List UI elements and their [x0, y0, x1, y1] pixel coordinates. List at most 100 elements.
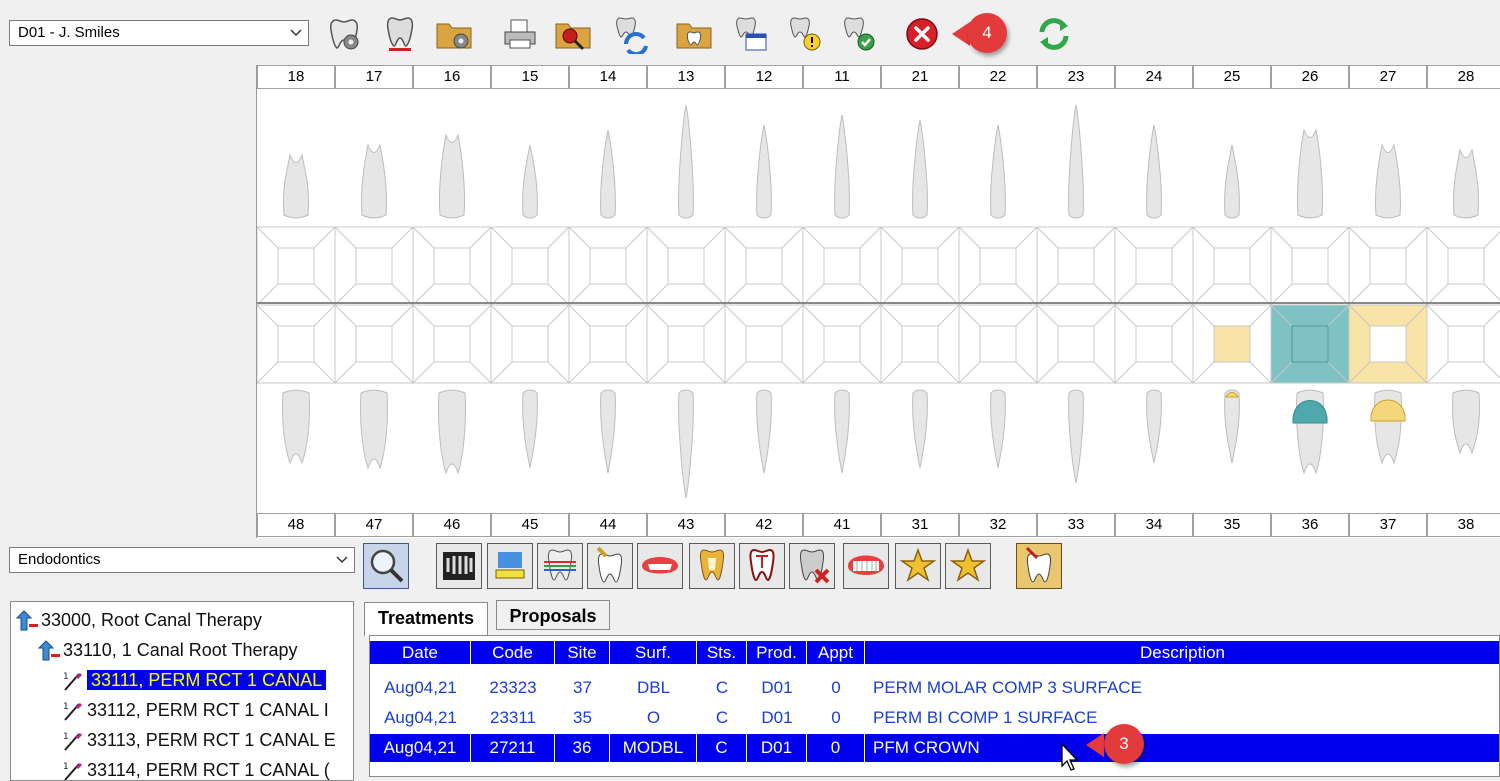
tooth[interactable] — [522, 389, 538, 469]
folder-search-icon[interactable] — [553, 14, 593, 54]
table-cell: 36 — [555, 734, 610, 762]
provider-select[interactable]: D01 - J. Smiles — [9, 20, 309, 46]
tooth-refresh-icon[interactable] — [610, 14, 650, 57]
table-row[interactable]: Aug04,21 27211 36 MODBL C D01 0 PFM CROWN — [370, 734, 1499, 762]
surface-center — [979, 247, 1017, 285]
tooth-calendar-icon[interactable] — [730, 14, 770, 54]
folder-tooth-icon[interactable] — [674, 14, 714, 54]
tooth-number[interactable]: 44 — [569, 513, 647, 537]
tooth-missing-icon[interactable] — [789, 543, 835, 589]
tooth[interactable] — [990, 389, 1006, 469]
tree-group[interactable]: 33110, 1 Canal Root Therapy — [37, 636, 298, 664]
tooth[interactable] — [912, 119, 928, 219]
svg-text:1: 1 — [63, 732, 69, 742]
category-select[interactable]: Endodontics — [9, 547, 355, 573]
tooth[interactable] — [990, 124, 1006, 219]
tooth-number[interactable]: 45 — [491, 513, 569, 537]
star-icon[interactable] — [895, 543, 941, 589]
star-icon[interactable] — [945, 543, 991, 589]
tooth-number[interactable]: 32 — [959, 513, 1037, 537]
tree-item[interactable]: 1 33112, PERM RCT 1 CANAL I — [61, 696, 329, 724]
tooth-brush-icon[interactable] — [487, 543, 533, 589]
tooth[interactable] — [600, 129, 616, 219]
tooth[interactable] — [522, 144, 538, 219]
tree-item[interactable]: 1 33113, PERM RCT 1 CANAL E — [61, 726, 336, 754]
tooth[interactable] — [678, 389, 694, 499]
tooth[interactable] — [1068, 104, 1084, 219]
surface-center — [589, 325, 627, 363]
x-ray-film-icon[interactable] — [436, 543, 482, 589]
tooth-number[interactable]: 33 — [1037, 513, 1115, 537]
tooth-number[interactable]: 36 — [1271, 513, 1349, 537]
printer-icon[interactable] — [500, 14, 540, 54]
tooth[interactable] — [1452, 389, 1480, 455]
tooth-number[interactable]: 42 — [725, 513, 803, 537]
tooth[interactable] — [360, 143, 388, 219]
tooth[interactable] — [678, 104, 694, 219]
tooth-number[interactable]: 47 — [335, 513, 413, 537]
table-row[interactable]: Aug04,21 23323 37 DBL C D01 0 PERM MOLAR COMP 3… — [370, 674, 1499, 702]
column-header[interactable]: Surf. — [610, 641, 697, 664]
refresh-icon[interactable] — [1034, 14, 1074, 54]
tooth-number[interactable]: 43 — [647, 513, 725, 537]
tooth-x-ray-icon[interactable] — [380, 14, 420, 54]
denture-icon[interactable] — [637, 543, 683, 589]
gold-tooth-icon[interactable] — [689, 543, 735, 589]
tooth[interactable] — [1068, 389, 1084, 484]
surface-center — [979, 325, 1017, 363]
tooth-number[interactable]: 35 — [1193, 513, 1271, 537]
tooth-implant-icon[interactable] — [587, 543, 633, 589]
tooth[interactable] — [1452, 148, 1480, 219]
tooth-note-icon[interactable] — [1016, 543, 1062, 589]
full-denture-icon[interactable] — [843, 543, 889, 589]
tooth[interactable] — [1296, 128, 1324, 219]
tooth-settings-icon[interactable] — [324, 14, 364, 54]
tooth[interactable] — [437, 389, 467, 475]
column-header[interactable]: Sts. — [697, 641, 747, 664]
tooth[interactable] — [1146, 389, 1162, 464]
tooth[interactable] — [756, 124, 772, 219]
tooth-warning-icon[interactable] — [784, 14, 824, 54]
column-header[interactable]: Prod. — [747, 641, 807, 664]
column-header[interactable]: Appt — [807, 641, 865, 664]
tree-item[interactable]: 1 33111, PERM RCT 1 CANAL — [61, 666, 327, 694]
tooth[interactable] — [283, 153, 309, 219]
table-cell: C — [715, 708, 729, 727]
tooth[interactable] — [600, 389, 616, 474]
tooth-number[interactable]: 38 — [1427, 513, 1500, 537]
tab-proposals[interactable]: Proposals — [496, 600, 610, 630]
column-header[interactable]: Code — [471, 641, 555, 664]
tab-treatments[interactable]: Treatments — [364, 602, 488, 636]
tooth-check-icon[interactable] — [838, 14, 878, 54]
folder-settings-icon[interactable] — [434, 14, 474, 54]
tooth[interactable] — [1224, 389, 1240, 464]
close-icon[interactable] — [902, 14, 942, 54]
column-header[interactable]: Date — [370, 641, 471, 664]
tooth[interactable] — [1224, 144, 1240, 219]
tooth[interactable] — [756, 389, 772, 474]
tooth-number[interactable]: 37 — [1349, 513, 1427, 537]
search-icon[interactable] — [363, 543, 409, 589]
tooth-number[interactable]: 48 — [257, 513, 335, 537]
tooth[interactable] — [282, 389, 310, 465]
tooth-number[interactable]: 41 — [803, 513, 881, 537]
tooth-number[interactable]: 46 — [413, 513, 491, 537]
tooth[interactable] — [1374, 143, 1402, 219]
tree-group[interactable]: 33000, Root Canal Therapy — [15, 606, 262, 634]
tooth-ortho-icon[interactable] — [537, 543, 583, 589]
tooth[interactable] — [834, 389, 850, 474]
column-header[interactable]: Site — [555, 641, 610, 664]
tree-item[interactable]: 1 33114, PERM RCT 1 CANAL ( — [61, 756, 330, 780]
tooth[interactable] — [360, 389, 388, 470]
tooth[interactable] — [912, 389, 928, 469]
tooth-number[interactable]: 34 — [1115, 513, 1193, 537]
tooth[interactable] — [1146, 124, 1162, 219]
tooth[interactable] — [834, 114, 850, 219]
mouse-cursor-icon — [1061, 742, 1079, 771]
tooth-number[interactable]: 31 — [881, 513, 959, 537]
column-header[interactable]: Description — [865, 641, 1499, 664]
table-cell: MODBL — [610, 734, 697, 762]
tooth-extract-icon[interactable] — [739, 543, 785, 589]
tooth[interactable] — [438, 133, 466, 219]
table-row[interactable]: Aug04,21 23311 35 O C D01 0 PERM BI COMP 1 SURF… — [370, 704, 1499, 732]
